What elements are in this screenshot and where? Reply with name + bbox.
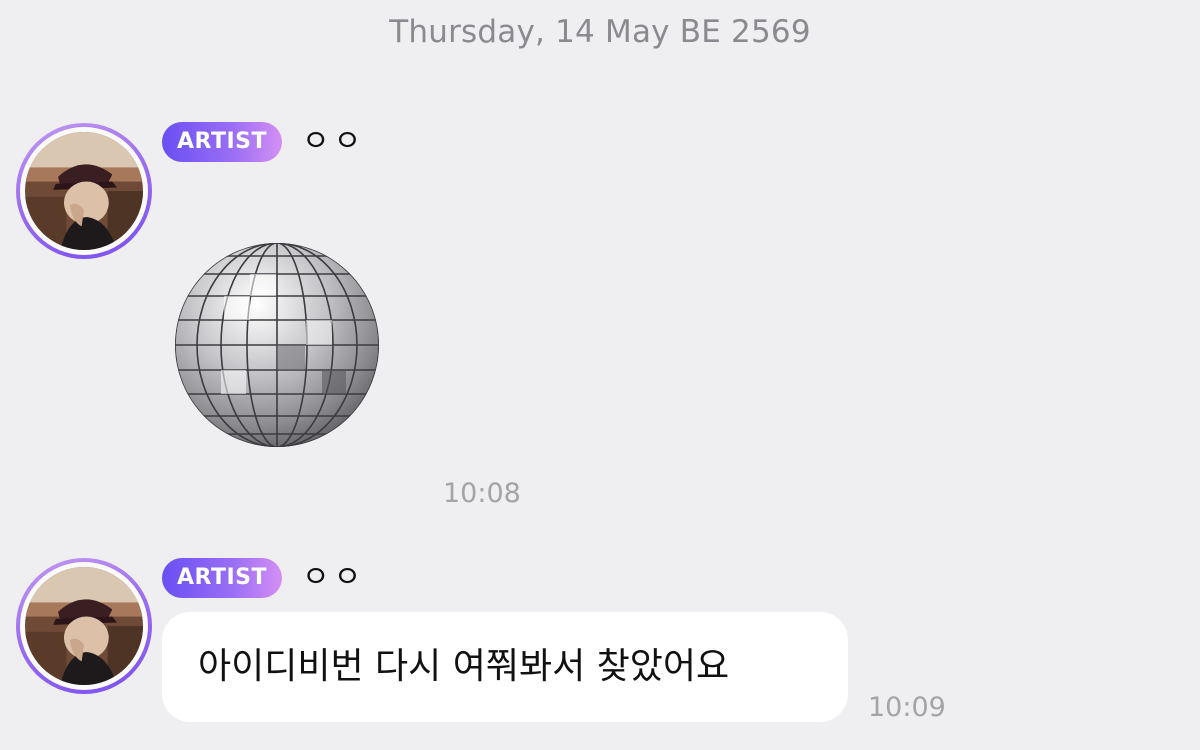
timestamp: 10:09 (868, 692, 946, 723)
date-separator: Thursday, 14 May BE 2569 (389, 14, 811, 50)
avatar-photo (25, 132, 143, 250)
message-bubble[interactable]: 아이디비번 다시 여쭤봐서 찾았어요 (162, 612, 848, 722)
avatar-photo (25, 567, 143, 685)
sender-name[interactable]: ㅇㅇ (302, 558, 365, 598)
timestamp: 10:08 (443, 478, 521, 509)
artist-badge: ARTIST (162, 558, 282, 598)
artist-badge: ARTIST (162, 122, 282, 162)
avatar[interactable] (16, 123, 152, 259)
avatar[interactable] (16, 558, 152, 694)
disco-ball-sticker[interactable] (172, 240, 382, 450)
sender-name[interactable]: ㅇㅇ (302, 122, 365, 162)
